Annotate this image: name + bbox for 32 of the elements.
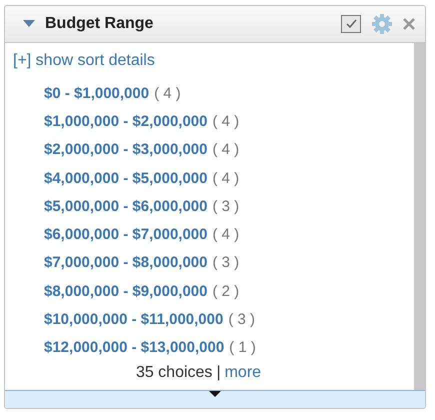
choice-link[interactable]: $7,000,000 - $8,000,000 (44, 254, 208, 272)
choice-count: ( 4 ) (154, 84, 181, 102)
choice-count: ( 3 ) (212, 198, 240, 215)
sort-details-link[interactable]: [+] show sort details (13, 52, 155, 69)
choice-link[interactable]: $1,000,000 - $2,000,000 (44, 112, 208, 130)
choice-link[interactable]: $10,000,000 - $11,000,000 (44, 311, 224, 328)
panel-title: Budget Range (45, 15, 154, 33)
scrollbar[interactable] (414, 43, 425, 390)
settings-icon[interactable] (371, 13, 393, 35)
checkbox-icon[interactable] (341, 15, 361, 33)
choice-link[interactable]: $2,000,000 - $3,000,000 (44, 141, 208, 158)
collapse-toggle-icon[interactable] (23, 20, 35, 28)
caret-icon (209, 391, 221, 398)
choice-link[interactable]: $5,000,000 - $6,000,000 (44, 198, 208, 215)
choice-count: ( 2 ) (212, 282, 240, 300)
more-link[interactable]: more (224, 364, 262, 382)
choice-count: ( 4 ) (212, 141, 240, 158)
close-icon[interactable] (403, 18, 415, 30)
choice-link[interactable]: $0 - $1,000,000 (44, 84, 150, 102)
choices-total: 35 choices (136, 364, 212, 382)
choice-link[interactable]: $6,000,000 - $7,000,000 (44, 226, 208, 244)
separator: | (216, 364, 221, 382)
choice-count: ( 4 ) (212, 226, 240, 244)
choice-count: ( 4 ) (212, 112, 240, 130)
choice-link[interactable]: $12,000,000 - $13,000,000 (44, 339, 224, 356)
choice-count: ( 4 ) (212, 170, 240, 187)
choice-count: ( 3 ) (228, 311, 256, 328)
choice-link[interactable]: $8,000,000 - $9,000,000 (44, 282, 208, 300)
choice-link[interactable]: $4,000,000 - $5,000,000 (44, 170, 208, 187)
choice-count: ( 1 ) (229, 339, 256, 356)
choice-count: ( 3 ) (212, 254, 240, 272)
expand-bar[interactable] (5, 390, 425, 408)
